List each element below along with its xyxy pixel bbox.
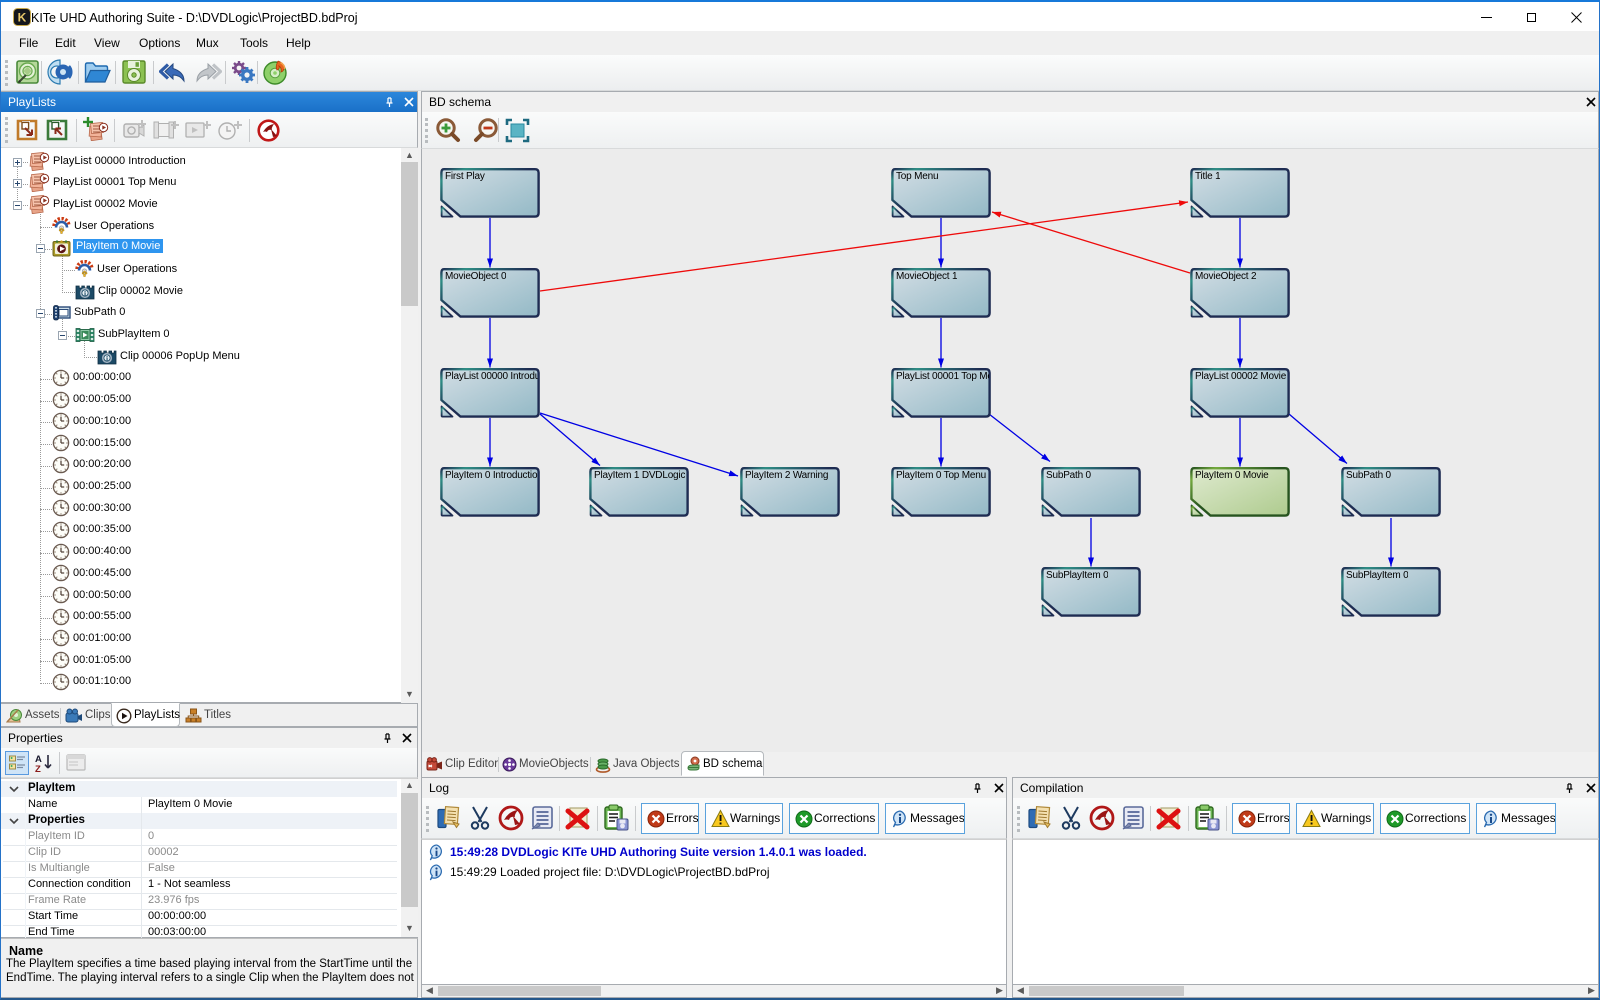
svg-text:i: i [84, 289, 86, 298]
svg-text:K: K [18, 11, 27, 25]
svg-text:i: i [106, 354, 108, 363]
svg-text:Z: Z [35, 764, 41, 773]
